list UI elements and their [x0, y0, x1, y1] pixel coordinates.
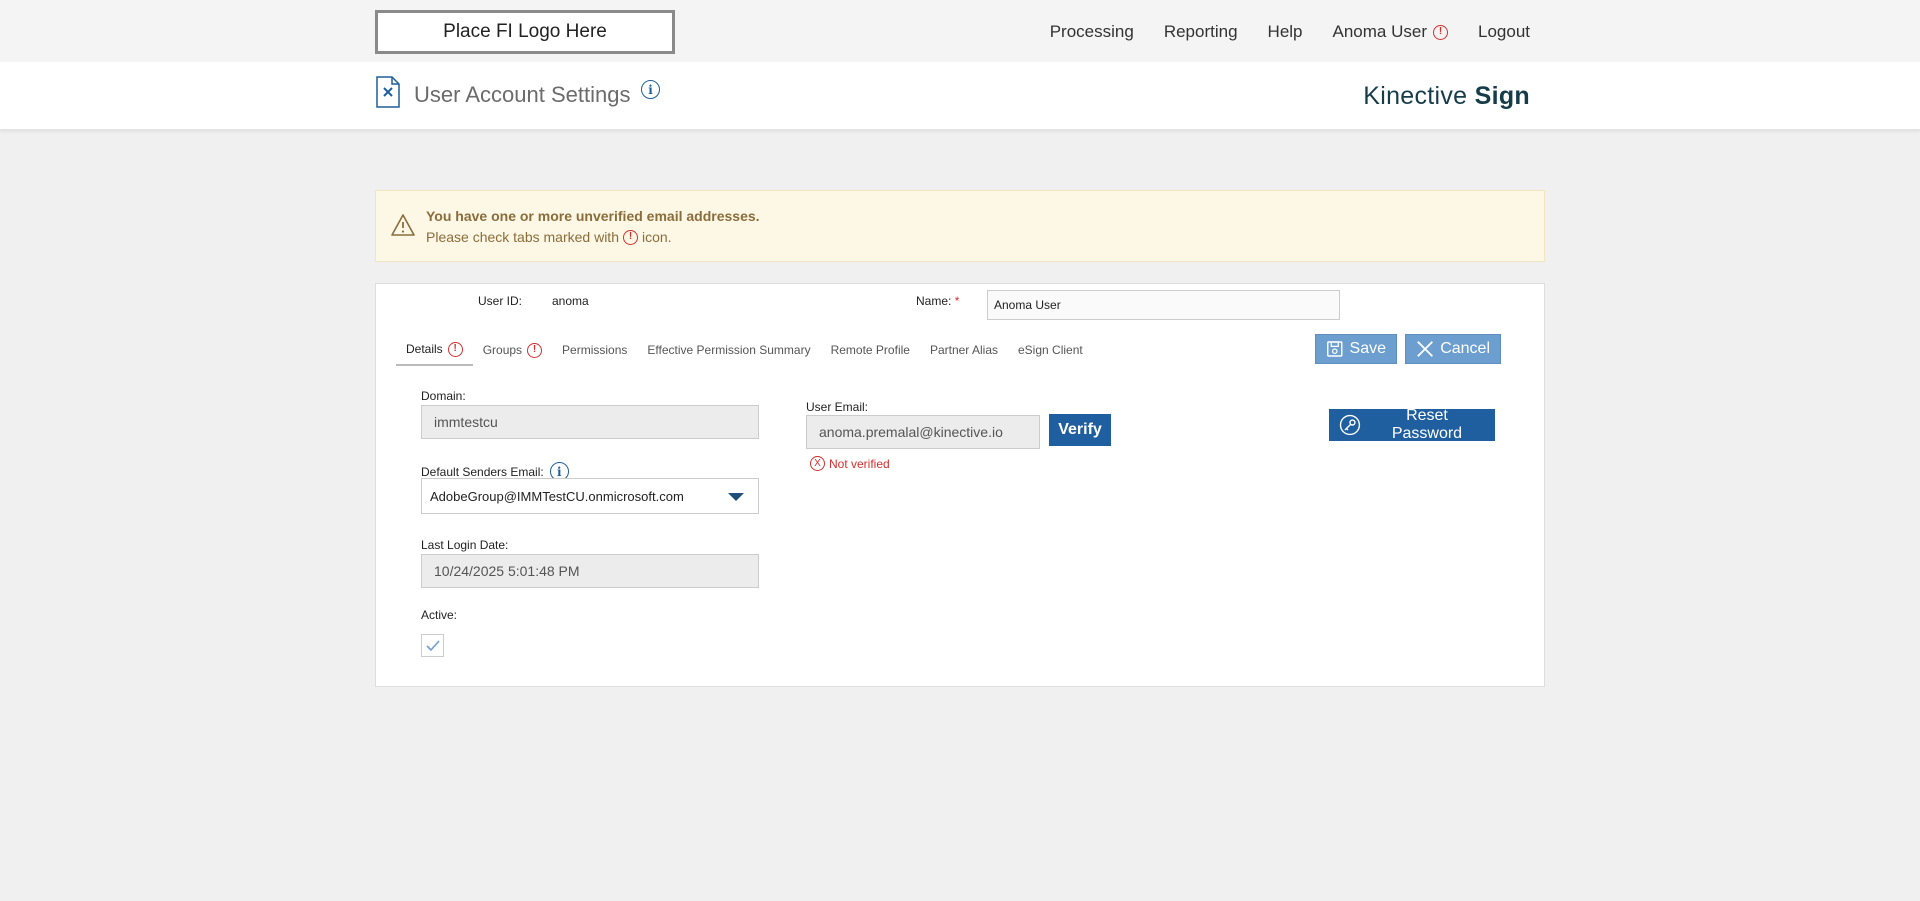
- reset-password-button[interactable]: Reset Password: [1329, 407, 1495, 442]
- alert-icon: !: [447, 341, 463, 357]
- domain-field: immtestcu: [421, 405, 759, 439]
- tab-partner-alias[interactable]: Partner Alias: [920, 334, 1008, 366]
- name-field[interactable]: [987, 290, 1340, 320]
- name-label-text: Name:: [916, 294, 952, 308]
- tab-esign-client[interactable]: eSign Client: [1008, 334, 1093, 366]
- default-senders-value: AdobeGroup@IMMTestCU.onmicrosoft.com: [430, 488, 684, 504]
- page-title: User Account Settings: [414, 82, 631, 107]
- settings-tabs: Details ! Groups ! Permissions Effective…: [396, 334, 1093, 366]
- user-settings-panel: User ID: anoma Name: * Details ! Groups …: [375, 283, 1545, 687]
- tab-groups[interactable]: Groups !: [473, 334, 552, 366]
- nav-logout[interactable]: Logout: [1478, 22, 1530, 42]
- nav-processing[interactable]: Processing: [1050, 22, 1134, 42]
- reset-password-label: Reset Password: [1391, 407, 1463, 442]
- brand-name-bold: Sign: [1474, 82, 1530, 110]
- not-verified-status: X Not verified: [810, 456, 890, 471]
- required-mark: *: [954, 294, 960, 308]
- user-id-label: User ID:: [478, 294, 523, 308]
- alert-icon: !: [1433, 24, 1448, 40]
- unverified-email-warning: You have one or more unverified email ad…: [375, 190, 1545, 262]
- default-senders-label-text: Default Senders Email:: [421, 464, 544, 479]
- chevron-down-icon: [728, 493, 744, 501]
- tab-permissions[interactable]: Permissions: [552, 334, 637, 366]
- nav-reporting[interactable]: Reporting: [1164, 22, 1238, 42]
- page-header: User Account Settings i Kinective Sign: [0, 62, 1920, 130]
- tab-label: Details: [406, 342, 443, 356]
- user-id-value: anoma: [552, 294, 589, 308]
- nav-user-menu[interactable]: Anoma User !: [1333, 22, 1448, 42]
- warning-icon: [391, 214, 415, 236]
- save-label: Save: [1349, 340, 1386, 357]
- key-icon: [1339, 414, 1361, 436]
- active-checkbox[interactable]: [421, 634, 444, 657]
- main-nav: Processing Reporting Help Anoma User ! L…: [1050, 22, 1530, 42]
- warning-title: You have one or more unverified email ad…: [426, 208, 760, 224]
- close-icon: [1417, 341, 1434, 357]
- tab-details[interactable]: Details !: [396, 334, 473, 366]
- nav-user-name: Anoma User: [1332, 22, 1427, 41]
- tab-remote-profile[interactable]: Remote Profile: [821, 334, 920, 366]
- info-icon[interactable]: i: [641, 80, 660, 99]
- user-email-label: User Email:: [806, 400, 869, 414]
- default-senders-select[interactable]: AdobeGroup@IMMTestCU.onmicrosoft.com: [421, 478, 759, 514]
- last-login-field: 10/24/2025 5:01:48 PM: [421, 554, 759, 588]
- document-settings-icon: [376, 76, 400, 108]
- error-x-icon: X: [810, 456, 825, 471]
- verify-button[interactable]: Verify: [1049, 414, 1111, 446]
- brand-logo: Kinective Sign: [1363, 82, 1530, 111]
- cancel-button[interactable]: Cancel: [1405, 334, 1501, 364]
- name-label: Name: *: [916, 294, 959, 308]
- tab-effective-permission-summary[interactable]: Effective Permission Summary: [637, 334, 820, 366]
- active-label: Active:: [421, 608, 458, 622]
- brand-name: Kinective: [1363, 82, 1475, 110]
- save-icon: [1327, 341, 1343, 357]
- top-navigation-bar: Place FI Logo Here Processing Reporting …: [0, 0, 1920, 62]
- alert-icon: !: [622, 229, 638, 245]
- warning-message-prefix: Please check tabs marked with: [426, 229, 619, 245]
- tab-label: Groups: [482, 343, 523, 357]
- cancel-label: Cancel: [1440, 340, 1490, 357]
- alert-icon: !: [527, 342, 543, 358]
- logo-text: Place FI Logo Here: [443, 21, 607, 42]
- user-email-field: anoma.premalal@kinective.io: [806, 415, 1040, 449]
- fi-logo-placeholder: Place FI Logo Here: [375, 10, 675, 54]
- warning-message: Please check tabs marked with ! icon.: [426, 229, 672, 245]
- warning-message-suffix: icon.: [641, 229, 672, 245]
- not-verified-text: Not verified: [829, 456, 890, 471]
- checkmark-icon: [425, 639, 440, 651]
- domain-label: Domain:: [421, 389, 466, 403]
- nav-help[interactable]: Help: [1268, 22, 1303, 42]
- last-login-label: Last Login Date:: [421, 538, 509, 552]
- save-button[interactable]: Save: [1315, 334, 1397, 364]
